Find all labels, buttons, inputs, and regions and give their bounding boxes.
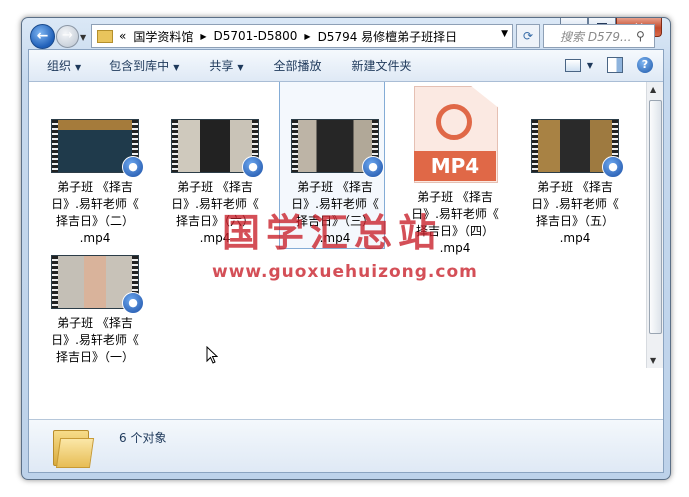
breadcrumb-current[interactable]: D5794 易修檀弟子班择日 — [318, 28, 458, 45]
change-view-button[interactable]: ▼ — [564, 58, 593, 72]
chevron-right-icon[interactable]: ▶ — [304, 32, 310, 41]
file-name-line: 择吉日》（四） — [415, 224, 494, 238]
video-thumbnail: ● — [291, 119, 384, 178]
file-name-line: .mp4 — [559, 231, 591, 245]
file-item[interactable]: ● 弟子班 《择吉 日》.易轩老师《 择吉日》（五） .mp4 — [517, 82, 633, 247]
vertical-scrollbar[interactable]: ▲ ▼ — [646, 82, 663, 368]
file-name: 弟子班 《择吉 日》.易轩老师《 择吉日》（五） .mp4 — [517, 179, 633, 247]
scroll-up-icon[interactable]: ▲ — [650, 85, 656, 94]
file-name-line: 日》.易轩老师《 — [531, 197, 619, 211]
file-name-line: 日》.易轩老师《 — [171, 197, 259, 211]
chevron-right-icon[interactable]: ▶ — [200, 32, 206, 41]
refresh-button[interactable]: ⟳ — [516, 24, 540, 48]
include-library-label: 包含到库中 — [109, 59, 170, 73]
chevron-down-icon: ▼ — [75, 63, 82, 72]
file-name: 弟子班 《择吉 日》.易轩老师《 择吉日》（三） .mp4 — [277, 179, 393, 247]
file-item[interactable]: ● 弟子班 《择吉 日》.易轩老师《 择吉日》（六） .mp4 — [157, 82, 273, 247]
file-item-selected[interactable]: ● 弟子班 《择吉 日》.易轩老师《 择吉日》（三） .mp4 — [277, 82, 393, 249]
media-player-icon: ● — [362, 156, 384, 178]
mp4-file-icon: MP4 — [414, 86, 498, 183]
help-icon[interactable]: ? — [637, 57, 653, 73]
file-name-line: 弟子班 《择吉 — [57, 316, 133, 330]
recent-pages-dropdown[interactable]: ▼ — [80, 33, 86, 42]
mouse-cursor-icon — [206, 346, 218, 364]
explorer-window: ✕ ← → ▼ « 国学资料馆 ▶ D5701-D5800 ▶ D5794 易修… — [21, 17, 671, 480]
file-name-line: 日》.易轩老师《 — [51, 197, 139, 211]
file-name: 弟子班 《择吉 日》.易轩老师《 择吉日》（四） .mp4 — [397, 189, 513, 257]
file-list: ● 弟子班 《择吉 日》.易轩老师《 择吉日》（二） .mp4 ● 弟子班 《择… — [29, 82, 645, 368]
chevron-down-icon: ▼ — [173, 63, 180, 72]
explorer-body: 组织 ▼ 包含到库中 ▼ 共享 ▼ 全部播放 新建文件夹 ▼ ? ● 弟子班 《… — [28, 49, 664, 473]
file-name-line: .mp4 — [319, 231, 351, 245]
arrow-left-icon: ← — [36, 28, 49, 44]
file-name-line: 弟子班 《择吉 — [177, 180, 253, 194]
file-name: 弟子班 《择吉 日》.易轩老师《 择吉日》（一） — [37, 315, 153, 366]
video-thumbnail: ● — [51, 119, 144, 178]
scrollbar-thumb[interactable] — [649, 100, 662, 334]
breadcrumb-guoxue[interactable]: 国学资料馆 — [133, 28, 193, 45]
video-thumbnail: ● — [51, 255, 144, 314]
file-name-line: 弟子班 《择吉 — [57, 180, 133, 194]
file-name-line: 择吉日》（三） — [295, 214, 374, 228]
chevron-down-icon[interactable]: ▼ — [501, 29, 508, 39]
play-all-button[interactable]: 全部播放 — [274, 57, 322, 74]
back-button[interactable]: ← — [30, 24, 55, 49]
address-bar[interactable]: « 国学资料馆 ▶ D5701-D5800 ▶ D5794 易修檀弟子班择日 ▼ — [91, 24, 513, 48]
thumbnail-image — [298, 120, 372, 172]
search-placeholder: 搜索 D579... — [560, 29, 632, 44]
file-name-line: 择吉日》（一） — [55, 350, 134, 364]
breadcrumb-overflow[interactable]: « — [119, 29, 126, 43]
file-name-line: 弟子班 《择吉 — [537, 180, 613, 194]
thumbnail-image — [58, 256, 132, 308]
film-reel-icon — [436, 104, 472, 140]
share-label: 共享 — [209, 59, 234, 73]
file-name-line: .mp4 — [199, 231, 231, 245]
thumbnail-image — [178, 120, 252, 172]
organize-button[interactable]: 组织 ▼ — [47, 57, 81, 74]
file-name: 弟子班 《择吉 日》.易轩老师《 择吉日》（六） .mp4 — [157, 179, 273, 247]
file-name-line: 择吉日》（五） — [535, 214, 614, 228]
forward-button[interactable]: → — [56, 25, 79, 48]
file-item[interactable]: MP4 弟子班 《择吉 日》.易轩老师《 择吉日》（四） .mp4 — [397, 82, 513, 257]
chevron-down-icon: ▼ — [237, 63, 244, 72]
file-name-line: 弟子班 《择吉 — [417, 190, 493, 204]
media-player-icon: ● — [122, 156, 144, 178]
file-name-line: 择吉日》（六） — [175, 214, 254, 228]
video-thumbnail: ● — [171, 119, 264, 178]
file-name-line: 日》.易轩老师《 — [411, 207, 499, 221]
mp4-label: MP4 — [414, 151, 496, 181]
media-player-icon: ● — [122, 292, 144, 314]
thumbnail-image — [58, 120, 132, 172]
media-player-icon: ● — [602, 156, 624, 178]
folder-icon — [97, 29, 113, 43]
file-item[interactable]: ● 弟子班 《择吉 日》.易轩老师《 择吉日》（一） — [37, 218, 153, 366]
view-icon — [564, 58, 581, 72]
thumbnail-image — [538, 120, 612, 172]
folder-icon — [53, 426, 95, 468]
file-name-line: .mp4 — [439, 241, 471, 255]
file-name-line: 弟子班 《择吉 — [297, 180, 373, 194]
new-folder-button[interactable]: 新建文件夹 — [352, 57, 412, 74]
breadcrumb-range[interactable]: D5701-D5800 — [214, 29, 298, 43]
scroll-down-icon[interactable]: ▼ — [650, 356, 656, 365]
arrow-right-icon: → — [62, 28, 73, 43]
share-button[interactable]: 共享 ▼ — [209, 57, 243, 74]
video-thumbnail: ● — [531, 119, 624, 178]
organize-label: 组织 — [47, 59, 72, 73]
file-name-line: 日》.易轩老师《 — [291, 197, 379, 211]
view-controls: ▼ ? — [564, 57, 653, 73]
include-library-button[interactable]: 包含到库中 ▼ — [109, 57, 179, 74]
item-count: 6 个对象 — [119, 431, 167, 445]
command-bar: 组织 ▼ 包含到库中 ▼ 共享 ▼ 全部播放 新建文件夹 ▼ ? — [29, 50, 663, 82]
folder-front — [55, 438, 95, 468]
search-box[interactable]: 搜索 D579... ⚲ — [543, 24, 655, 48]
details-pane: 6 个对象 — [29, 419, 663, 472]
media-player-icon: ● — [242, 156, 264, 178]
navigation-bar: ← → ▼ « 国学资料馆 ▶ D5701-D5800 ▶ D5794 易修檀弟… — [22, 18, 670, 49]
file-name-line: 日》.易轩老师《 — [51, 333, 139, 347]
refresh-icon: ⟳ — [522, 29, 534, 43]
search-icon[interactable]: ⚲ — [636, 29, 645, 43]
preview-pane-icon[interactable] — [607, 57, 623, 73]
chevron-down-icon: ▼ — [586, 60, 593, 70]
